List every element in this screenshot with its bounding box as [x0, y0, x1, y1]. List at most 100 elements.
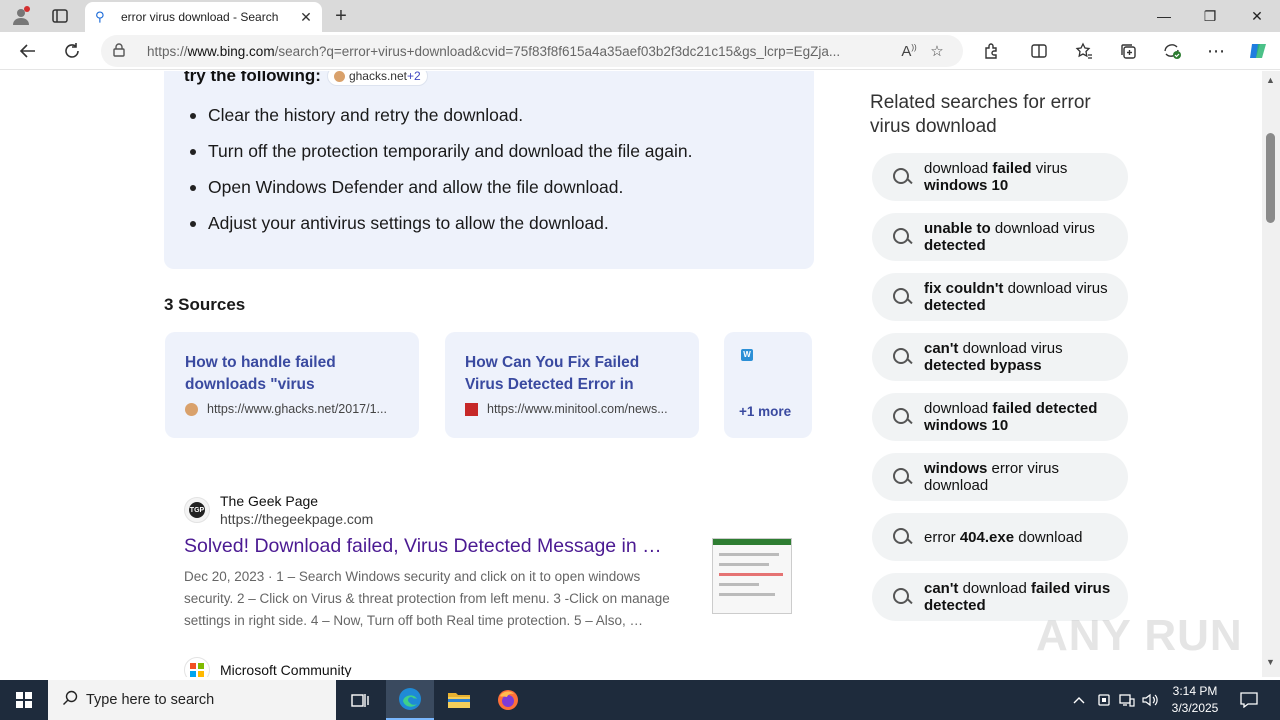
url-path: /search?q=error+virus+download&cvid=75f8… [274, 43, 841, 59]
source-card[interactable]: How Can You Fix Failed Virus Detected Er… [445, 332, 699, 438]
search-icon [892, 467, 912, 487]
url-host: www.bing.com [187, 43, 275, 59]
related-text-part: download virus [990, 220, 1095, 237]
related-text: windows error virus download [924, 460, 1114, 494]
page-content: try the following: ghacks.net +2 Clear t… [0, 71, 1262, 677]
system-clock[interactable]: 3:14 PM 3/3/2025 [1166, 683, 1224, 717]
back-icon[interactable] [14, 37, 42, 65]
related-text-bold: windows [924, 460, 988, 477]
split-screen-icon[interactable] [1025, 37, 1053, 65]
tab-close-icon[interactable]: ✕ [298, 9, 314, 26]
citation-site: ghacks.net [348, 71, 407, 83]
url-text[interactable]: https://www.bing.com/search?q=error+viru… [147, 44, 895, 59]
result-site[interactable]: Microsoft Community [184, 657, 351, 677]
show-hidden-icons-icon[interactable] [1068, 680, 1090, 720]
read-aloud-icon[interactable]: A)) [895, 43, 923, 60]
related-text-part: download [924, 160, 993, 177]
related-text-part: download virus [958, 340, 1063, 357]
related-text: can't download virus detected bypass [924, 340, 1114, 374]
windows-logo-icon [16, 692, 32, 708]
more-options-icon[interactable]: ⋯ [1202, 37, 1230, 65]
related-search-item[interactable]: can't download virus detected bypass [872, 333, 1128, 381]
copilot-icon[interactable] [1244, 37, 1272, 65]
list-item: Open Windows Defender and allow the file… [189, 175, 692, 211]
maximize-button[interactable]: ❐ [1187, 0, 1233, 32]
related-search-item[interactable]: error 404.exe download [872, 513, 1128, 561]
related-text-bold: windows 10 [924, 417, 1009, 434]
thumbnail-line [719, 573, 783, 576]
firefox-icon[interactable] [484, 680, 532, 720]
source-url-text: https://www.ghacks.net/2017/1... [207, 402, 387, 416]
tab-search[interactable]: ⚲ error virus download - Search ✕ [85, 2, 322, 32]
result-site[interactable]: TGP The Geek Page https://thegeekpage.co… [184, 492, 684, 528]
start-button[interactable] [0, 680, 48, 720]
file-explorer-icon[interactable] [435, 680, 483, 720]
ghacks-favicon-icon [333, 71, 345, 82]
source-card[interactable]: How to handle failed downloads "virus de… [165, 332, 419, 438]
source-url-text: https://www.minitool.com/news... [487, 402, 668, 416]
search-icon [892, 287, 912, 307]
microsoft-favicon-icon [184, 657, 210, 677]
tab-actions-icon[interactable] [47, 4, 73, 28]
notifications-icon[interactable] [1234, 680, 1264, 720]
scrollbar-thumb[interactable] [1266, 133, 1275, 223]
source-title[interactable]: How Can You Fix Failed Virus Detected Er… [465, 352, 679, 396]
edge-taskbar-icon[interactable] [386, 680, 434, 720]
lock-icon[interactable] [113, 42, 131, 60]
collections-icon[interactable] [1114, 37, 1142, 65]
favorites-icon[interactable] [1070, 37, 1098, 65]
close-button[interactable]: ✕ [1234, 0, 1280, 32]
related-search-item[interactable]: windows error virus download [872, 453, 1128, 501]
address-bar[interactable]: https://www.bing.com/search?q=error+viru… [101, 35, 963, 67]
taskbar-search[interactable]: Type here to search [48, 680, 336, 720]
volume-icon[interactable] [1140, 680, 1162, 720]
source-url: https://www.ghacks.net/2017/1... [185, 402, 399, 416]
scroll-down-icon[interactable]: ▼ [1266, 657, 1275, 667]
citation-chip[interactable]: ghacks.net +2 [326, 71, 428, 86]
related-text-part: download virus [1003, 280, 1108, 297]
answer-intro-text: try the following: [184, 71, 321, 85]
clock-time: 3:14 PM [1172, 684, 1218, 698]
new-tab-button[interactable]: + [328, 4, 354, 28]
related-search-item[interactable]: download failed detected windows 10 [872, 393, 1128, 441]
search-icon [892, 587, 912, 607]
vertical-scrollbar[interactable]: ▲ ▼ [1262, 71, 1280, 677]
site-name: The Geek Page [220, 493, 319, 509]
related-text-part: download [958, 580, 1031, 597]
related-heading: Related searches for error virus downloa… [870, 92, 1091, 137]
search-result: Microsoft Community [184, 657, 351, 677]
site-favicon-text: TGP [189, 502, 205, 518]
device-icon[interactable] [1094, 680, 1114, 720]
related-text: unable to download virus detected [924, 220, 1114, 254]
more-sources-card[interactable]: W +1 more [724, 332, 812, 438]
refresh-icon[interactable] [58, 37, 86, 65]
related-search-item[interactable]: download failed virus windows 10 [872, 153, 1128, 201]
profile-icon[interactable] [8, 4, 34, 28]
related-text-bold: detected [924, 297, 986, 314]
related-text-part: error [924, 528, 960, 546]
scroll-up-icon[interactable]: ▲ [1266, 75, 1275, 85]
extensions-icon[interactable] [977, 37, 1005, 65]
favorite-star-icon[interactable]: ☆ [923, 42, 951, 60]
browser-essentials-icon[interactable] [1158, 37, 1186, 65]
related-text: fix couldn't download virus detected [924, 280, 1114, 314]
site-url: https://thegeekpage.com [220, 511, 374, 527]
minimize-button[interactable]: — [1141, 0, 1187, 32]
thumbnail-line [719, 583, 759, 586]
network-icon[interactable] [1117, 680, 1137, 720]
task-view-icon[interactable] [336, 680, 384, 720]
result-thumbnail[interactable] [712, 538, 792, 614]
related-text-bold: windows 10 [924, 177, 1009, 194]
related-text: error 404.exe download [924, 529, 1114, 546]
related-search-item[interactable]: fix couldn't download virus detected [872, 273, 1128, 321]
clock-date: 3/3/2025 [1171, 701, 1219, 715]
related-text-part: download [924, 400, 993, 417]
source-title[interactable]: How to handle failed downloads "virus de… [185, 352, 399, 396]
result-title-link[interactable]: Solved! Download failed, Virus Detected … [184, 535, 684, 558]
taskbar-search-placeholder: Type here to search [86, 692, 215, 708]
more-sources-label[interactable]: +1 more [739, 404, 791, 419]
related-text-part: download [1014, 528, 1083, 546]
related-text-bold: fix couldn't [924, 280, 1004, 297]
related-search-item[interactable]: unable to download virus detected [872, 213, 1128, 261]
result-snippet: Dec 20, 2023 · 1 – Search Windows securi… [184, 569, 670, 628]
